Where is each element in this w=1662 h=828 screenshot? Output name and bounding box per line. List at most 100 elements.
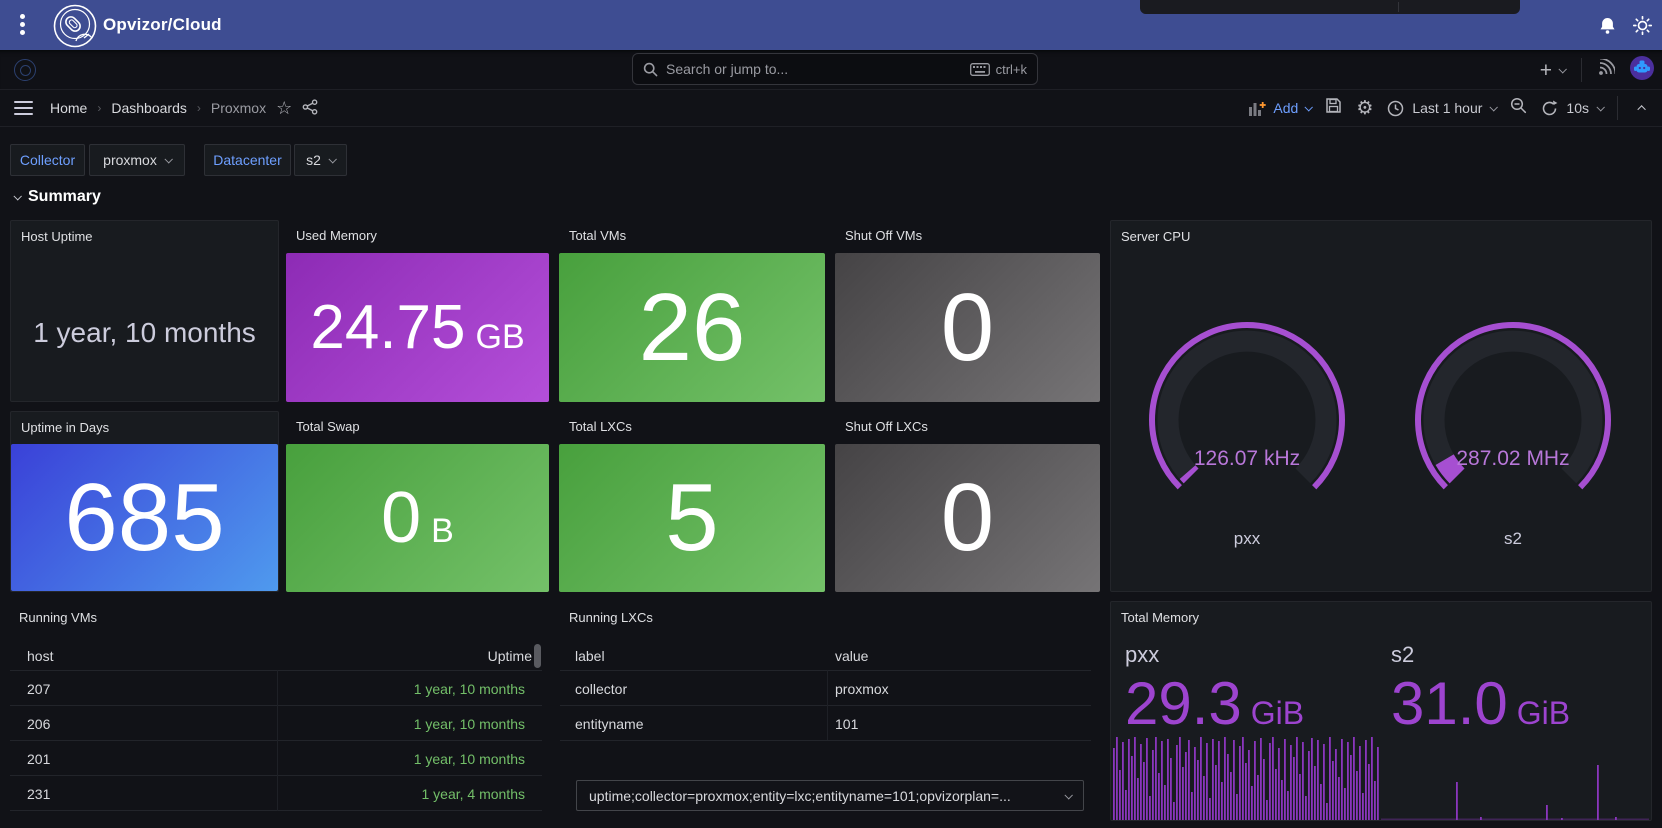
panel-title: Running LXCs (569, 610, 653, 625)
add-panel-icon (1249, 101, 1267, 116)
metric-select-dropdown[interactable]: uptime;collector=proxmox;entity=lxc;enti… (576, 780, 1084, 811)
zoom-out-icon[interactable] (1510, 97, 1527, 119)
chevron-down-icon (13, 192, 22, 201)
stat-value: 24.75 (310, 292, 466, 362)
cell-host: 206 (27, 715, 51, 732)
theme-sun-icon[interactable] (1632, 15, 1653, 40)
table-scrollbar[interactable] (534, 644, 541, 668)
variable-collector-value-dropdown[interactable]: proxmox (89, 144, 185, 176)
breadcrumb-dashboards[interactable]: Dashboards (111, 100, 187, 116)
table-row: 207 1 year, 10 months (10, 671, 542, 706)
nav-bar: ctrl+k + (0, 50, 1662, 90)
top-overlay-dropdown (1140, 0, 1520, 14)
app-bar: Opvizor/Cloud (0, 0, 1662, 50)
cell-uptime: 1 year, 10 months (413, 715, 525, 732)
panel-server-cpu: Server CPU 126.07 kHz 287.02 MHz pxx s2 (1110, 220, 1652, 592)
column-header-value[interactable]: value (835, 648, 868, 664)
stat-value: 0 (940, 273, 995, 381)
table-row: entityname 101 (560, 706, 1091, 741)
chevron-down-icon (328, 155, 337, 164)
chevron-down-icon (1596, 103, 1605, 112)
variable-datacenter-label[interactable]: Datacenter (204, 144, 291, 176)
breadcrumb-home[interactable]: Home (50, 100, 87, 116)
column-header-uptime[interactable]: Uptime (488, 648, 532, 664)
column-header-host[interactable]: host (27, 648, 53, 664)
chevron-down-icon (1489, 103, 1499, 112)
variable-value-text: proxmox (103, 152, 157, 168)
panel-title: Total LXCs (569, 419, 632, 434)
panel-title: Shut Off LXCs (845, 419, 928, 434)
column-header-label[interactable]: label (575, 648, 605, 664)
panel-title: Total Memory (1121, 610, 1200, 625)
memory-stat-s2: s2 31.0 GiB (1391, 642, 1570, 734)
new-button[interactable]: + (1539, 58, 1567, 82)
panel-title: Running VMs (19, 610, 98, 625)
save-dashboard-icon[interactable] (1325, 97, 1342, 119)
panel-used-memory: Used Memory 24.75 GB (286, 220, 549, 402)
refresh-picker[interactable]: 10s (1541, 100, 1605, 117)
variable-datacenter-value-dropdown[interactable]: s2 (294, 144, 347, 176)
panel-host-uptime: Host Uptime 1 year, 10 months (10, 220, 279, 402)
panel-title: Shut Off VMs (845, 228, 923, 243)
panel-total-vms: Total VMs 26 (559, 220, 825, 402)
table-row: collector proxmox (560, 671, 1091, 706)
row-title: Summary (28, 188, 101, 205)
stat-unit: GiB (1250, 695, 1305, 731)
search-input[interactable] (666, 61, 970, 77)
breadcrumb-separator: › (97, 101, 102, 115)
uptime-days-stat: 685 (11, 444, 278, 591)
share-icon[interactable] (302, 98, 318, 118)
brand-title: Opvizor/Cloud (103, 15, 222, 34)
stat-unit: GiB (1516, 695, 1571, 731)
shut-off-vms-stat: 0 (835, 253, 1100, 402)
cpu-gauge-s2: 287.02 MHz (1415, 322, 1611, 490)
panel-title: Used Memory (296, 228, 377, 243)
cpu-gauge-pxx: 126.07 kHz (1149, 322, 1345, 490)
row-summary-toggle[interactable]: Summary (13, 188, 101, 206)
bell-icon[interactable] (1598, 16, 1617, 40)
stat-unit: GB (475, 317, 525, 356)
search-shortcut-label: ctrl+k (995, 61, 1027, 77)
kebab-menu-icon[interactable] (17, 12, 27, 38)
keyboard-icon (969, 62, 990, 76)
cell-uptime: 1 year, 10 months (413, 680, 525, 697)
add-panel-button[interactable]: Add (1249, 100, 1314, 116)
breadcrumb: Home › Dashboards › Proxmox ☆ (50, 98, 318, 118)
panel-title: Host Uptime (21, 229, 93, 244)
variable-collector-label[interactable]: Collector (10, 144, 85, 176)
time-range-picker[interactable]: Last 1 hour (1387, 100, 1499, 117)
mini-logo-icon[interactable] (14, 59, 36, 81)
breadcrumb-separator: › (196, 101, 201, 115)
stat-value: 31.0 (1391, 670, 1508, 737)
refresh-interval-label: 10s (1566, 100, 1589, 116)
mega-menu-icon[interactable] (14, 101, 33, 116)
settings-gear-icon[interactable]: ⚙ (1356, 99, 1373, 118)
rss-signal-icon[interactable] (1597, 57, 1617, 82)
panel-title: Total Swap (296, 419, 360, 434)
plus-icon: + (1539, 58, 1552, 82)
opvizor-logo-icon[interactable] (52, 3, 98, 54)
user-avatar[interactable] (1630, 55, 1654, 85)
clock-icon (1388, 100, 1404, 116)
memory-sparkline-pxx (1113, 737, 1379, 820)
panel-title: Uptime in Days (21, 420, 110, 435)
table-row: 201 1 year, 10 months (10, 741, 542, 776)
collapse-chevron-up-icon[interactable] (1637, 105, 1646, 114)
search-box[interactable]: ctrl+k (632, 53, 1038, 85)
divider (1581, 58, 1582, 82)
chevron-down-icon (164, 155, 173, 164)
favorite-star-icon[interactable]: ☆ (276, 99, 292, 117)
gauge-label-s2: s2 (1504, 529, 1522, 548)
divider (1617, 96, 1618, 120)
total-vms-stat: 26 (559, 253, 825, 402)
panel-total-lxcs: Total LXCs 5 (559, 411, 825, 592)
variable-label-text: Datacenter (213, 152, 282, 168)
cell-uptime: 1 year, 10 months (413, 750, 525, 767)
panel-shut-off-lxcs: Shut Off LXCs 0 (835, 411, 1100, 592)
stat-label: pxx (1125, 642, 1160, 667)
stat-value: 29.3 (1125, 670, 1242, 737)
stat-value: 26 (638, 273, 746, 381)
memory-sparkline-s2 (1381, 765, 1649, 820)
panel-running-lxcs: Running LXCs label value collector proxm… (560, 601, 1091, 828)
cell-value: 101 (835, 715, 859, 732)
